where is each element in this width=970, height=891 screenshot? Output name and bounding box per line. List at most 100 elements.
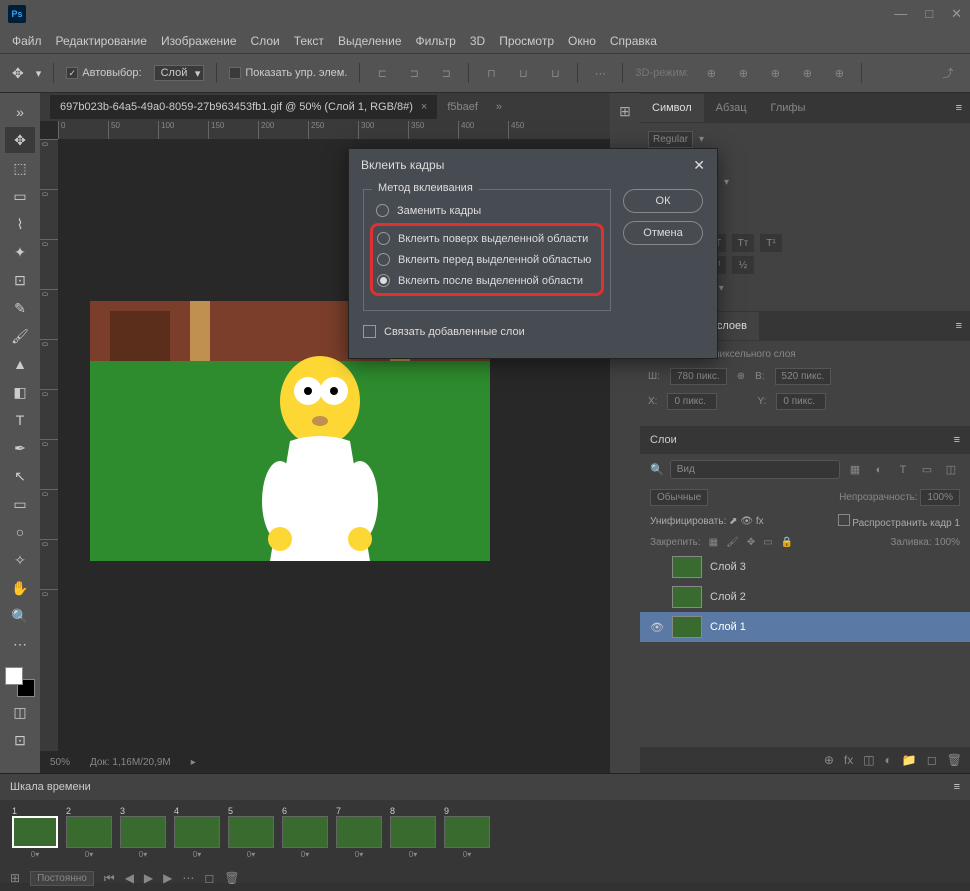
hand-tool[interactable]: ✋ <box>5 575 35 601</box>
visibility-toggle[interactable]: 👁 <box>650 621 664 634</box>
tab-paragraph[interactable]: Абзац <box>704 94 759 122</box>
maximize-button[interactable]: □ <box>925 6 933 22</box>
play-icon[interactable]: ▶ <box>144 871 153 885</box>
layer-name[interactable]: Слой 2 <box>710 591 746 603</box>
layer-row[interactable]: Слой 2 <box>640 582 970 612</box>
group-icon[interactable]: 📁 <box>902 753 917 767</box>
lasso-tool[interactable]: ⌇ <box>5 211 35 237</box>
tab-glyphs[interactable]: Глифы <box>759 94 818 122</box>
marquee-tool[interactable]: ⬚ <box>5 155 35 181</box>
menu-help[interactable]: Справка <box>610 34 657 48</box>
menu-layer[interactable]: Слои <box>251 34 280 48</box>
cancel-button[interactable]: Отмена <box>623 221 703 245</box>
align-right-icon[interactable]: ⊐ <box>436 63 456 83</box>
menu-3d[interactable]: 3D <box>470 34 485 48</box>
font-style-field[interactable]: Regular <box>648 131 693 148</box>
menu-view[interactable]: Просмотр <box>499 34 554 48</box>
timeline-frame[interactable]: 80▾ <box>388 806 438 859</box>
link-wh-icon[interactable]: ⊕ <box>737 371 745 382</box>
doc-info[interactable]: Док: 1,16M/20,9M <box>90 757 171 768</box>
radio-paste-before[interactable]: Вклеить перед выделенной областью <box>377 249 597 270</box>
loop-dropdown[interactable]: Постоянно <box>30 871 94 886</box>
transform-controls-checkbox[interactable] <box>229 67 241 79</box>
unify-position-icon[interactable]: ⬈ <box>729 516 737 527</box>
layer-mask-icon[interactable]: ◫ <box>863 753 874 767</box>
menu-window[interactable]: Окно <box>568 34 596 48</box>
duplicate-frame-icon[interactable]: ◻ <box>204 871 214 885</box>
first-frame-icon[interactable]: ⏮ <box>104 871 115 886</box>
timeline-frame[interactable]: 60▾ <box>280 806 330 859</box>
path-select-tool[interactable]: ↖ <box>5 463 35 489</box>
align-center-h-icon[interactable]: ⊐ <box>404 63 424 83</box>
document-tab-2[interactable]: f5baef <box>437 95 488 119</box>
fractions-button[interactable]: ½ <box>732 256 754 274</box>
timeline-frame[interactable]: 70▾ <box>334 806 384 859</box>
filter-pixel-icon[interactable]: ▦ <box>846 462 864 478</box>
menu-type[interactable]: Текст <box>294 34 324 48</box>
ellipse-tool[interactable]: ○ <box>5 519 35 545</box>
distribute-icon[interactable]: ⋯ <box>590 63 610 83</box>
unify-style-icon[interactable]: fx <box>756 516 764 527</box>
color-swatches[interactable] <box>5 667 35 697</box>
layer-fx-icon[interactable]: fx <box>844 753 853 767</box>
eraser-tool[interactable]: ◧ <box>5 379 35 405</box>
autoselect-dropdown[interactable]: Слой <box>154 65 205 81</box>
new-layer-icon[interactable]: ◻ <box>927 753 937 767</box>
menu-file[interactable]: Файл <box>12 34 42 48</box>
tab-character[interactable]: Символ <box>640 94 704 122</box>
lock-artboard-icon[interactable]: ▭ <box>763 537 772 548</box>
propagate-checkbox[interactable] <box>838 514 850 526</box>
dialog-titlebar[interactable]: Вклеить кадры ✕ <box>349 149 717 181</box>
prev-frame-icon[interactable]: ◀ <box>125 871 134 885</box>
tool-preset-dropdown[interactable]: ▾ <box>36 67 42 80</box>
artboard-tool[interactable]: ▭ <box>5 183 35 209</box>
adjustment-layer-icon[interactable]: ◐ <box>885 753 892 767</box>
lock-all-icon[interactable]: 🔒 <box>781 537 793 548</box>
dialog-close-icon[interactable]: ✕ <box>693 157 705 174</box>
frame-delay[interactable]: 0▾ <box>31 850 39 859</box>
unify-visibility-icon[interactable]: 👁 <box>740 516 753 527</box>
3d-pan-icon[interactable]: ⊕ <box>733 63 753 83</box>
menu-edit[interactable]: Редактирование <box>56 34 147 48</box>
link-layers-icon[interactable]: ⊕ <box>824 753 834 767</box>
document-tab-active[interactable]: 697b023b-64a5-49a0-8059-27b963453fb1.gif… <box>50 95 437 119</box>
frame-delay[interactable]: 0▾ <box>463 850 471 859</box>
close-tab-icon[interactable]: × <box>421 101 427 113</box>
blend-mode-dropdown[interactable]: Обычные <box>650 489 708 506</box>
frame-delay[interactable]: 0▾ <box>193 850 201 859</box>
magic-wand-tool[interactable]: ✦ <box>5 239 35 265</box>
3d-slide-icon[interactable]: ⊕ <box>797 63 817 83</box>
frame-delay[interactable]: 0▾ <box>247 850 255 859</box>
3d-scale-icon[interactable]: ⊕ <box>829 63 849 83</box>
frame-delay[interactable]: 0▾ <box>139 850 147 859</box>
align-middle-icon[interactable]: ⊔ <box>513 63 533 83</box>
clone-stamp-tool[interactable]: ▲ <box>5 351 35 377</box>
frame-delay[interactable]: 0▾ <box>301 850 309 859</box>
frame-delay[interactable]: 0▾ <box>85 850 93 859</box>
layer-name[interactable]: Слой 3 <box>710 561 746 573</box>
foreground-color[interactable] <box>5 667 23 685</box>
fill-field[interactable]: 100% <box>934 537 960 548</box>
zoom-level[interactable]: 50% <box>50 757 70 768</box>
align-left-icon[interactable]: ⊏ <box>372 63 392 83</box>
delete-layer-icon[interactable]: 🗑 <box>947 753 962 767</box>
edit-toolbar-icon[interactable]: ⋯ <box>5 631 35 657</box>
timeline-frame[interactable]: 40▾ <box>172 806 222 859</box>
brush-tool[interactable]: 🖌 <box>5 323 35 349</box>
opacity-field[interactable]: 100% <box>920 489 960 506</box>
layer-row[interactable]: 👁 Слой 1 <box>640 612 970 642</box>
convert-timeline-icon[interactable]: ⊞ <box>10 871 20 885</box>
y-field[interactable]: 0 пикс. <box>776 393 826 410</box>
frame-delay[interactable]: 0▾ <box>355 850 363 859</box>
tab-overflow-icon[interactable]: » <box>488 101 510 113</box>
autoselect-checkbox[interactable] <box>66 67 78 79</box>
minimize-button[interactable]: — <box>894 6 907 22</box>
status-arrow-icon[interactable]: ▸ <box>191 757 196 768</box>
filter-adjust-icon[interactable]: ◐ <box>870 462 888 478</box>
panel-menu-icon[interactable]: ≡ <box>954 781 960 793</box>
timeline-frame[interactable]: 90▾ <box>442 806 492 859</box>
delete-frame-icon[interactable]: 🗑 <box>224 871 239 885</box>
superscript-button[interactable]: T¹ <box>760 234 782 252</box>
layer-filter-dropdown[interactable]: Вид <box>670 460 840 479</box>
ok-button[interactable]: ОК <box>623 189 703 213</box>
